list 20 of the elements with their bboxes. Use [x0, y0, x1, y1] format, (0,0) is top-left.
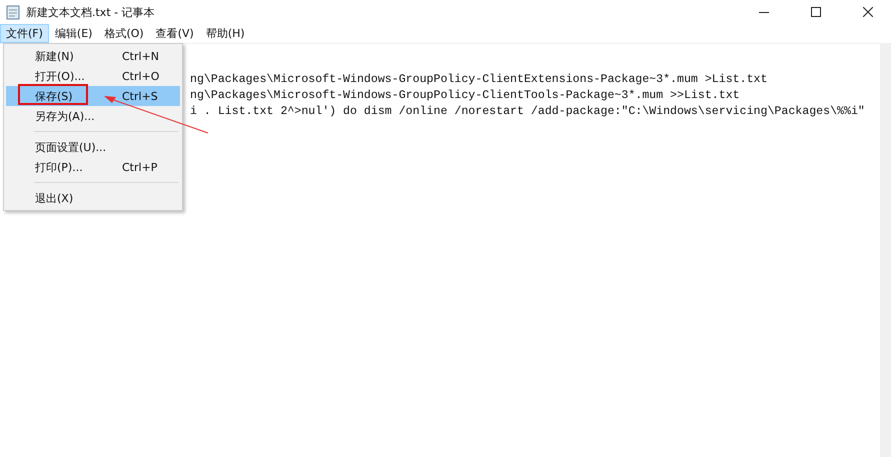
highlight-box [18, 84, 88, 105]
menu-item[interactable]: 保存(S) Ctrl+S [6, 86, 180, 106]
close-icon [863, 7, 873, 17]
menu-bar-item[interactable]: 格式(O) [98, 24, 150, 43]
text-line: ng\Packages\Microsoft-Windows-GroupPolicy-ClientTools-Package~3*.mum >>List.txt [190, 88, 741, 104]
text-line: ng\Packages\Microsoft-Windows-GroupPolicy-ClientExtensions-Package~3*.mum >List.txt [190, 72, 768, 88]
text-line: i . List.txt 2^>nul') do dism /online /norestart /add-package:"C:\Windows\servicing\Packages\%%i" [190, 104, 866, 120]
menu-item[interactable]: 新建(N) Ctrl+N [6, 46, 180, 66]
window-title: 新建文本文档.txt - 记事本 [26, 4, 156, 20]
menu-item[interactable]: 页面设置(U)... [6, 137, 180, 157]
notepad-icon [6, 4, 20, 20]
menu-bar-item[interactable]: 查看(V) [150, 24, 200, 43]
maximize-icon [811, 7, 821, 17]
menu-bar-item[interactable]: 文件(F) [0, 24, 49, 43]
menu-item[interactable]: 打开(O)... Ctrl+O [6, 66, 180, 86]
menu-bar-item[interactable]: 帮助(H) [200, 24, 251, 43]
menu-item[interactable]: 另存为(A)... [6, 106, 180, 126]
menu-bar-item[interactable]: 编辑(E) [48, 24, 98, 43]
menu-item[interactable]: 退出(X) [6, 188, 180, 208]
menu-item[interactable]: 打印(P)... Ctrl+P [6, 157, 180, 177]
